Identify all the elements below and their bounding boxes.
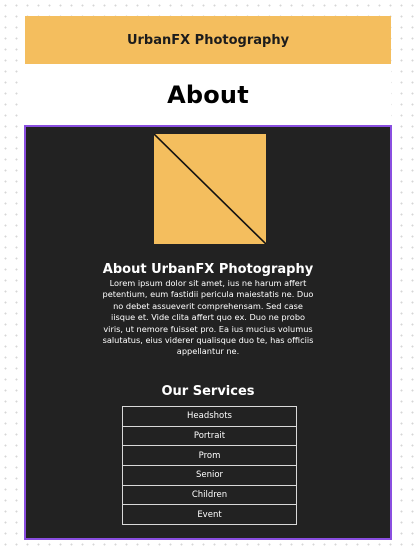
- service-item-portrait[interactable]: Portrait: [122, 426, 297, 447]
- about-body-text: Lorem ipsum dolor sit amet, ius ne harum…: [102, 278, 314, 357]
- page-title: About: [167, 81, 249, 109]
- service-item-headshots[interactable]: Headshots: [122, 407, 297, 427]
- about-panel: About UrbanFX Photography Lorem ipsum do…: [24, 125, 392, 540]
- site-header: UrbanFX Photography: [25, 16, 391, 64]
- service-item-event[interactable]: Event: [122, 505, 297, 526]
- service-item-children[interactable]: Children: [122, 485, 297, 506]
- page-title-band: About: [25, 64, 391, 126]
- about-heading: About UrbanFX Photography: [102, 262, 314, 277]
- service-item-prom[interactable]: Prom: [122, 446, 297, 467]
- image-placeholder-icon: [154, 134, 266, 244]
- services-heading: Our Services: [161, 384, 255, 399]
- services-list: Headshots Portrait Prom Senior Children …: [122, 406, 297, 526]
- service-item-senior[interactable]: Senior: [122, 466, 297, 486]
- hero-image-placeholder: [154, 134, 266, 244]
- site-title[interactable]: UrbanFX Photography: [127, 33, 289, 48]
